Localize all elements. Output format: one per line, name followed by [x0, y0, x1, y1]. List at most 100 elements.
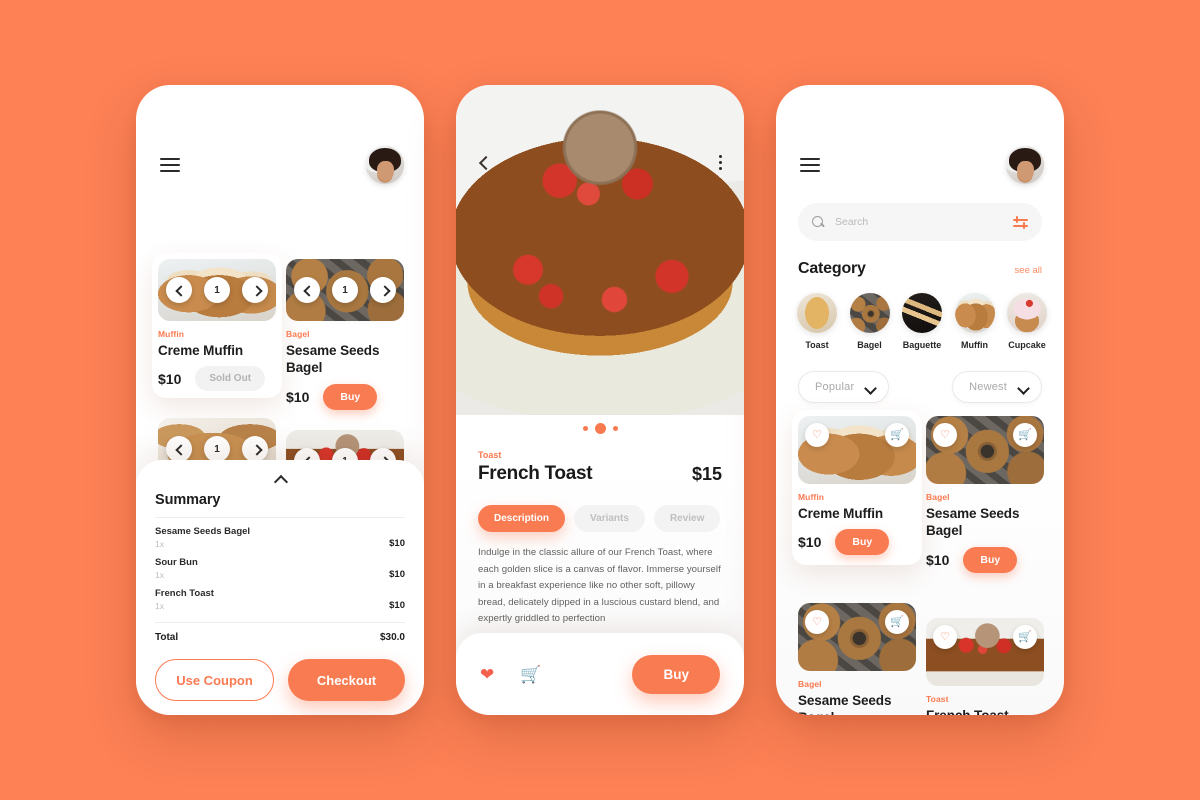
category-label: Baguette: [902, 340, 942, 350]
favorite-button[interactable]: ♡: [805, 423, 829, 447]
carousel-prev-button[interactable]: [294, 277, 320, 303]
filter-newest-label: Newest: [969, 381, 1007, 393]
carousel-index: 1: [332, 277, 358, 303]
summary-item-price: $10: [389, 538, 405, 549]
add-to-cart-button[interactable]: 🛒: [1013, 625, 1037, 649]
phone-mockup-catalog: All Newest 1 1: [136, 85, 424, 715]
product-title-row: Toast French Toast $15: [478, 450, 722, 485]
category-item-cupcake[interactable]: Cupcake: [1005, 293, 1049, 350]
chevron-left-icon[interactable]: [478, 156, 492, 170]
category-label: Toast: [805, 340, 829, 350]
product-name: French Toast: [926, 707, 1044, 715]
summary-row: Sour Bun 1x $10: [155, 549, 405, 580]
search-icon: [812, 215, 825, 229]
add-to-cart-button[interactable]: 🛒: [885, 610, 909, 634]
product-price-row: $10 Buy: [926, 546, 1044, 573]
summary-row: Sesame Seeds Bagel 1x $10: [155, 518, 405, 549]
filter-sliders-icon[interactable]: [1013, 215, 1028, 229]
add-to-cart-button[interactable]: 🛒: [1013, 423, 1037, 447]
carousel-index: 1: [204, 436, 230, 462]
tab-variants[interactable]: Variants: [574, 505, 645, 532]
user-avatar[interactable]: [1006, 146, 1044, 184]
buy-button[interactable]: Buy: [632, 654, 720, 694]
buy-button[interactable]: Buy: [323, 383, 378, 410]
product-image-sesame-bagel: 1: [286, 259, 404, 321]
product-card-creme-muffin[interactable]: ♡ 🛒 Muffin Creme Muffin $10 Buy: [798, 416, 916, 556]
product-price: $10: [286, 388, 310, 405]
category-image: [902, 293, 942, 333]
filter-popular-label: Popular: [815, 381, 855, 393]
product-card-sesame-bagel[interactable]: ♡ 🛒 Bagel Sesame Seeds Bagel $10 Buy: [926, 416, 1044, 573]
use-coupon-button[interactable]: Use Coupon: [155, 659, 274, 701]
shopping-cart-icon[interactable]: 🛒: [520, 666, 541, 683]
summary-item-qty: 1x: [155, 601, 164, 611]
buy-button[interactable]: Buy: [963, 546, 1018, 573]
carousel-dot[interactable]: [582, 426, 588, 431]
heart-filled-icon[interactable]: ❤: [480, 666, 494, 683]
product-price: $10: [798, 534, 822, 551]
product-description: Indulge in the classic allure of our Fre…: [478, 547, 721, 624]
phone-mockup-browse: Category see all Toast Bagel Baguette: [776, 85, 1064, 715]
summary-actions: Use Coupon Checkout: [155, 659, 405, 701]
carousel-prev-button[interactable]: [166, 436, 192, 462]
sold-out-button: Sold Out: [195, 366, 266, 392]
product-category: Bagel: [926, 492, 950, 502]
summary-row: French Toast 1x $10: [155, 580, 405, 611]
carousel-prev-button[interactable]: [166, 277, 192, 303]
favorite-button[interactable]: ♡: [805, 610, 829, 634]
favorite-button[interactable]: ♡: [933, 423, 957, 447]
carousel-next-button[interactable]: [242, 436, 268, 462]
category-label: Cupcake: [1008, 340, 1046, 350]
product-hero-image: [456, 85, 744, 415]
category-image: [797, 293, 837, 333]
filter-dropdown-newest[interactable]: Newest: [952, 371, 1042, 403]
product-card-sesame-bagel-2[interactable]: ♡ 🛒 Bagel Sesame Seeds Bagel: [798, 603, 916, 715]
product-card-sesame-bagel[interactable]: 1 Bagel Sesame Seeds Bagel $10 Buy: [286, 259, 404, 410]
product-card-french-toast-2[interactable]: ♡ 🛒 Toast French Toast: [926, 618, 1044, 715]
search-bar[interactable]: [798, 203, 1042, 241]
tab-review[interactable]: Review: [653, 505, 721, 532]
category-item-toast[interactable]: Toast: [795, 293, 839, 350]
category-image: [1007, 293, 1047, 333]
product-category: Toast: [478, 450, 502, 460]
phone1-screen: All Newest 1 1: [136, 85, 424, 715]
product-image-creme-muffin: ♡ 🛒: [798, 416, 916, 484]
category-item-baguette[interactable]: Baguette: [900, 293, 944, 350]
product-detail-body: Toast French Toast $15 Description Varia…: [478, 450, 722, 628]
carousel-dot[interactable]: [612, 426, 618, 431]
phone-mockup-product-detail: Toast French Toast $15 Description Varia…: [456, 85, 744, 715]
see-all-link[interactable]: see all: [1015, 265, 1042, 276]
category-item-bagel[interactable]: Bagel: [848, 293, 892, 350]
hero-overlay-controls: [478, 155, 722, 170]
product-category: Muffin: [798, 492, 825, 502]
carousel-dot-active[interactable]: [594, 423, 606, 434]
phone3-filter-row: Popular Newest: [798, 371, 1042, 403]
product-category: Muffin: [158, 329, 185, 339]
buy-button[interactable]: Buy: [835, 529, 890, 556]
product-image-french-toast: ♡ 🛒: [926, 618, 1044, 686]
carousel-next-button[interactable]: [370, 277, 396, 303]
hamburger-icon[interactable]: [800, 158, 820, 172]
sheet-collapse-handle[interactable]: [155, 474, 405, 485]
product-card-creme-muffin[interactable]: 1 Muffin Creme Muffin $10 Sold Out: [158, 259, 276, 392]
filter-dropdown-popular[interactable]: Popular: [798, 371, 890, 403]
summary-item-price: $10: [389, 600, 405, 611]
summary-item-qty: 1x: [155, 570, 164, 580]
user-avatar[interactable]: [366, 146, 404, 184]
search-input[interactable]: [835, 216, 1003, 228]
tab-description[interactable]: Description: [478, 505, 566, 532]
checkout-button[interactable]: Checkout: [288, 659, 405, 701]
carousel-next-button[interactable]: [242, 277, 268, 303]
category-item-muffin[interactable]: Muffin: [953, 293, 997, 350]
product-name: Sesame Seeds Bagel: [286, 343, 380, 376]
product-title: French Toast: [478, 463, 593, 484]
carousel-index: 1: [204, 277, 230, 303]
product-price: $15: [691, 464, 722, 484]
product-price-row: $10 Buy: [286, 383, 404, 410]
favorite-button[interactable]: ♡: [933, 625, 957, 649]
add-to-cart-button[interactable]: 🛒: [885, 423, 909, 447]
phone1-topbar: [160, 143, 404, 187]
kebab-menu-icon[interactable]: [719, 155, 722, 170]
summary-title: Summary: [155, 492, 221, 508]
hamburger-icon[interactable]: [160, 158, 180, 172]
